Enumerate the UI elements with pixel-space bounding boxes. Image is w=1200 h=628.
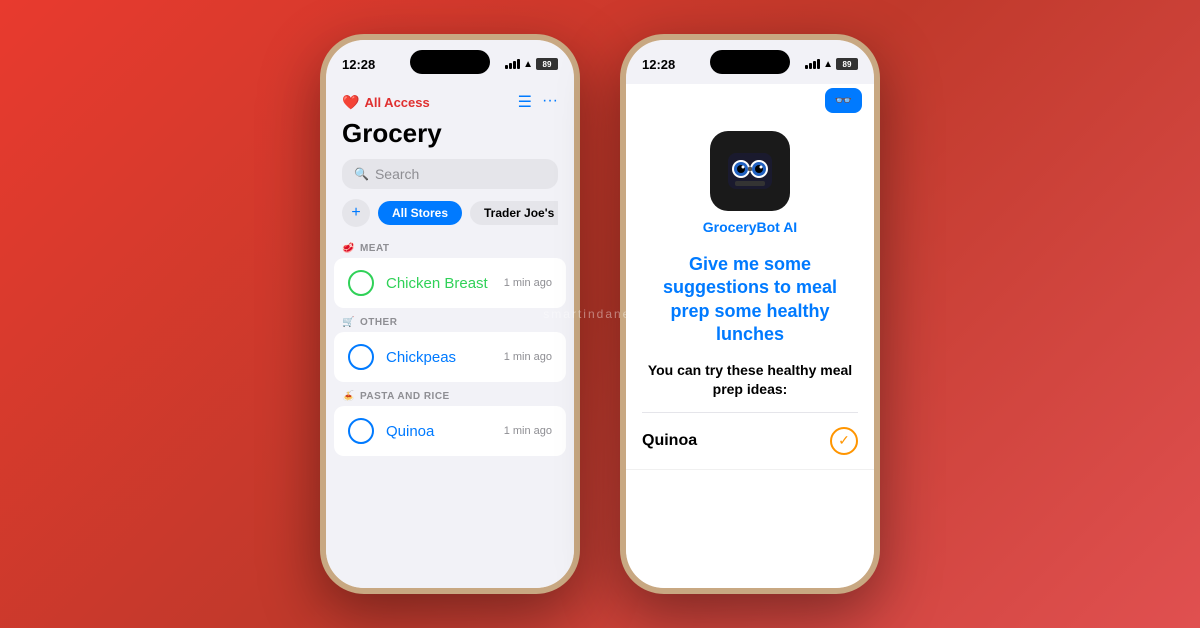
item-name-quinoa: Quinoa [386, 423, 492, 440]
status-time-1: 12:28 [342, 57, 375, 72]
item-name-chickpeas: Chickpeas [386, 349, 492, 366]
section-meat: 🥩 MEAT [326, 235, 574, 258]
bot-logo-svg [720, 141, 780, 201]
wifi-icon-2: ▲ [823, 59, 833, 70]
ai-logo-section: GroceryBot AI [626, 121, 874, 253]
list-item-quinoa[interactable]: Quinoa 1 min ago [334, 406, 566, 456]
battery-icon-1: 89 [536, 58, 558, 70]
more-options-icon[interactable]: ··· [542, 92, 558, 112]
suggestion-check-quinoa[interactable]: ✓ [830, 427, 858, 455]
header-actions: ☰ ··· [518, 92, 558, 112]
search-bar[interactable]: 🔍 Search [342, 159, 558, 189]
phone-1: 12:28 ▲ 89 ❤️ All Access ☰ · [320, 34, 580, 594]
search-icon: 🔍 [354, 167, 369, 181]
app-title: Grocery [342, 118, 558, 149]
item-time-quinoa: 1 min ago [504, 425, 552, 437]
wifi-icon-1: ▲ [523, 59, 533, 70]
all-access-label[interactable]: ❤️ All Access [342, 94, 430, 111]
dynamic-island-1 [410, 50, 490, 74]
filter-row: + All Stores Trader Joe's Ald [342, 199, 558, 227]
item-circle-chickpeas [348, 344, 374, 370]
glasses-icon: 👓 [835, 92, 852, 108]
grocery-list: 🥩 MEAT Chicken Breast 1 min ago 🛒 OTHER … [326, 235, 574, 456]
signal-icon-1 [505, 59, 520, 69]
filter-all-stores[interactable]: All Stores [378, 201, 462, 225]
section-other: 🛒 OTHER [326, 309, 574, 332]
grocerybot-ai-app: 👓 [626, 84, 874, 588]
item-circle-quinoa [348, 418, 374, 444]
status-time-2: 12:28 [642, 57, 675, 72]
item-time-chicken: 1 min ago [504, 277, 552, 289]
heart-icon: ❤️ [342, 94, 359, 111]
meat-emoji: 🥩 [342, 243, 355, 254]
phone-2: 12:28 ▲ 89 👓 [620, 34, 880, 594]
ai-question-text: Give me some suggestions to meal prep so… [626, 253, 874, 347]
ai-suggestion-quinoa[interactable]: Quinoa ✓ [626, 413, 874, 470]
app-header: ❤️ All Access ☰ ··· Grocery 🔍 Search + A… [326, 84, 574, 235]
ai-glasses-button[interactable]: 👓 [825, 88, 862, 113]
list-item-chickpeas[interactable]: Chickpeas 1 min ago [334, 332, 566, 382]
app-title-row: ❤️ All Access ☰ ··· [342, 92, 558, 112]
filter-trader-joes[interactable]: Trader Joe's [470, 201, 558, 225]
section-pasta: 🍝 PASTA AND RICE [326, 383, 574, 406]
list-item-chicken[interactable]: Chicken Breast 1 min ago [334, 258, 566, 308]
add-button[interactable]: + [342, 199, 370, 227]
ai-header-bar: 👓 [626, 84, 874, 121]
item-time-chickpeas: 1 min ago [504, 351, 552, 363]
ai-logo [710, 131, 790, 211]
item-circle-chicken [348, 270, 374, 296]
item-name-chicken: Chicken Breast [386, 275, 492, 292]
search-placeholder: Search [375, 166, 419, 182]
pasta-emoji: 🍝 [342, 391, 355, 402]
signal-icon-2 [805, 59, 820, 69]
ai-answer-intro: You can try these healthy meal prep idea… [626, 361, 874, 400]
battery-icon-2: 89 [836, 58, 858, 70]
list-filter-icon[interactable]: ☰ [518, 92, 532, 112]
dynamic-island-2 [710, 50, 790, 74]
status-icons-1: ▲ 89 [505, 58, 558, 70]
ai-bot-name: GroceryBot AI [703, 219, 797, 235]
suggestion-name-quinoa: Quinoa [642, 432, 697, 450]
grocery-app: ❤️ All Access ☰ ··· Grocery 🔍 Search + A… [326, 84, 574, 588]
other-emoji: 🛒 [342, 317, 355, 328]
status-icons-2: ▲ 89 [805, 58, 858, 70]
